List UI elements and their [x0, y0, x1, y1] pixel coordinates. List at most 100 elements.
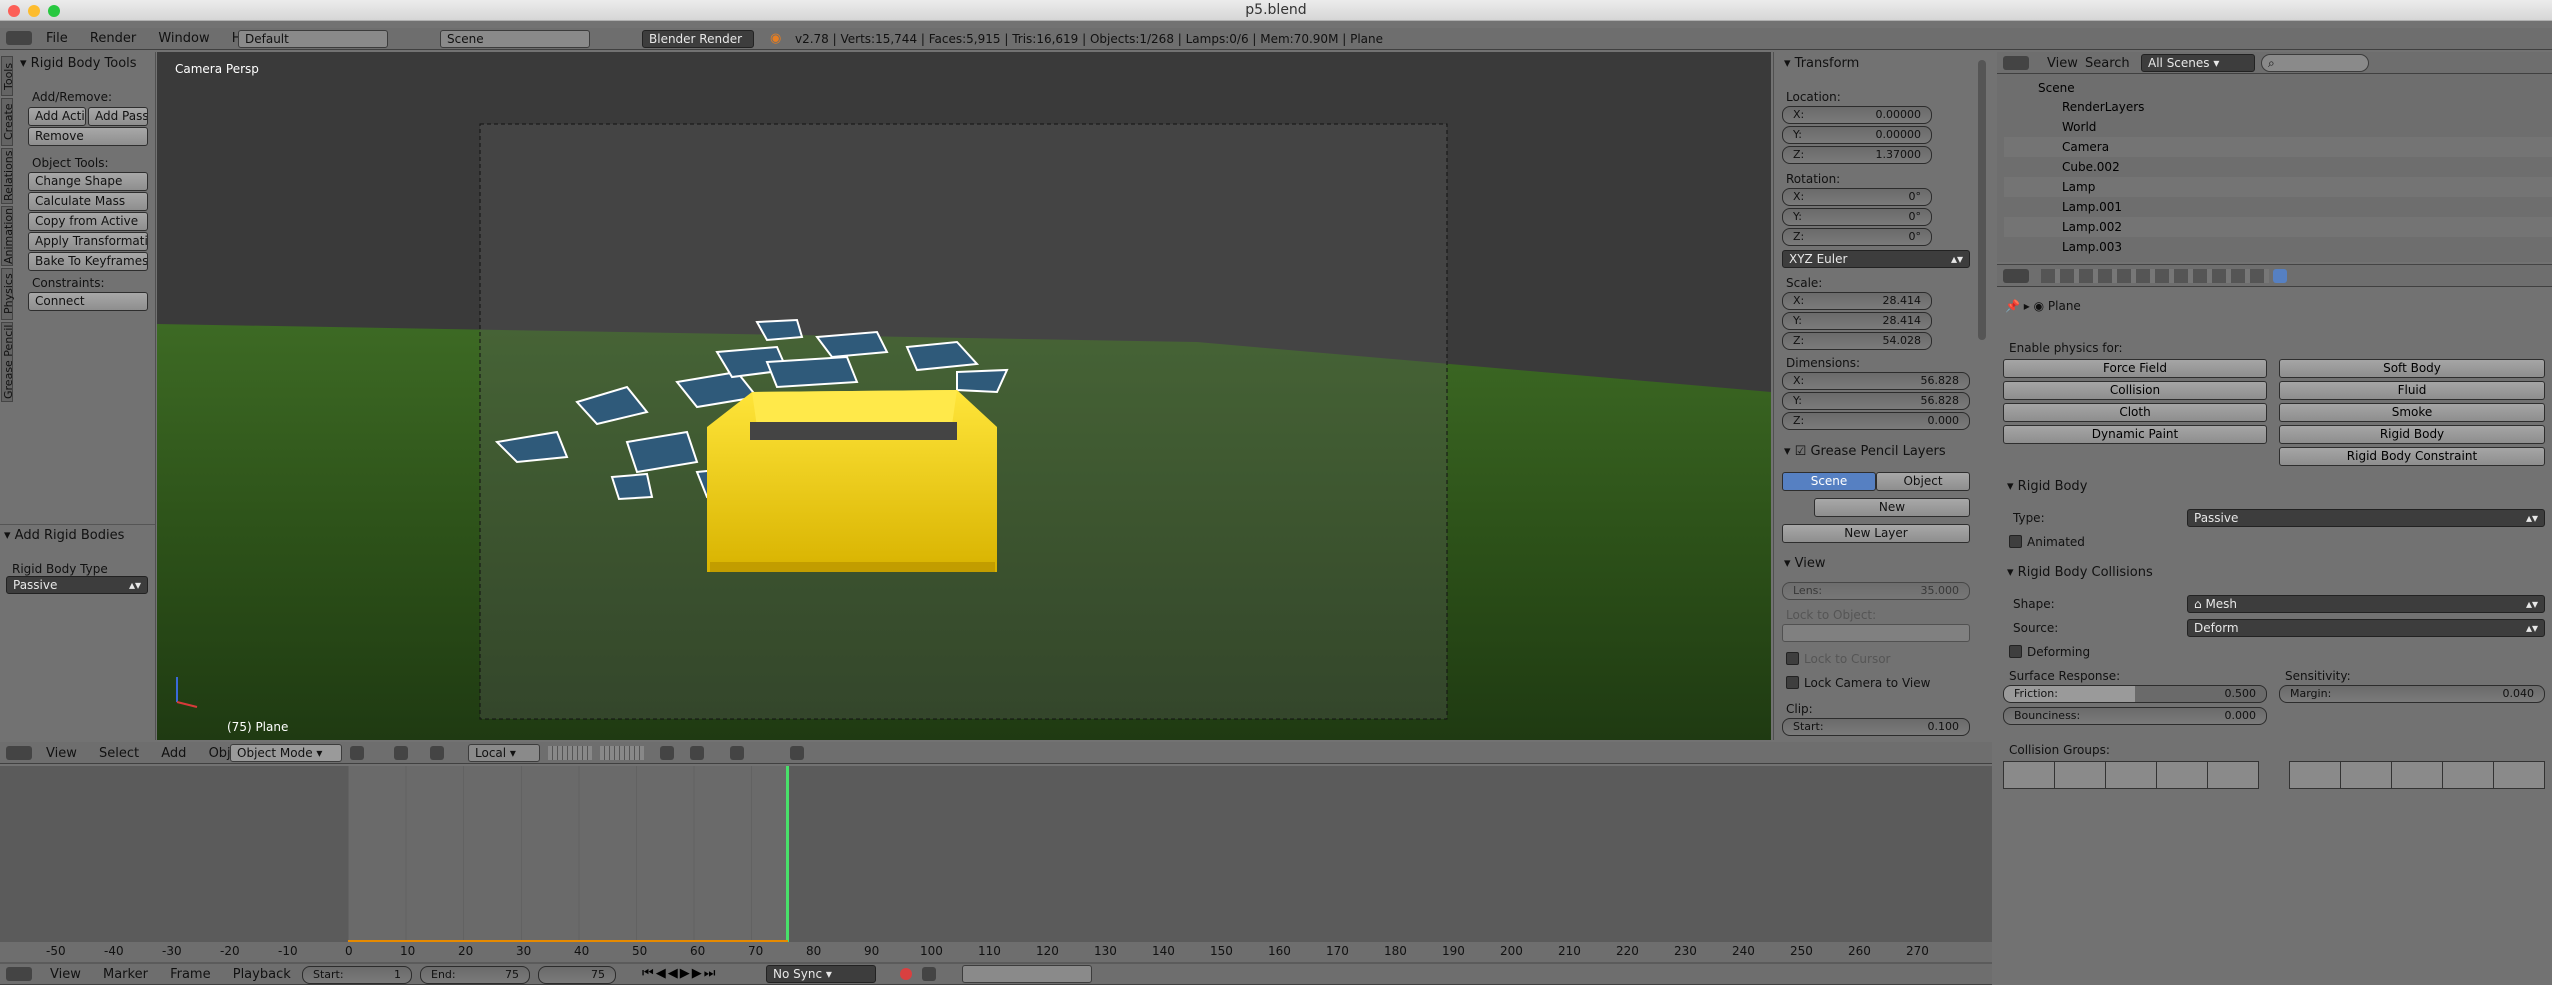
outliner-item-lamp-001[interactable]: Lamp.001: [2004, 197, 2552, 217]
lock-camera-checkbox[interactable]: [1786, 676, 1799, 689]
dimensions-x-field[interactable]: X: 56.828: [1782, 372, 1970, 390]
deforming-checkbox[interactable]: [2009, 645, 2022, 658]
scale-x-field[interactable]: X: 28.414: [1782, 292, 1932, 310]
rigid-body-button[interactable]: Rigid Body: [2279, 425, 2545, 444]
tab-grease-pencil[interactable]: Grease Pencil: [1, 322, 15, 402]
rigid-body-type-select[interactable]: Passive ▴▾: [6, 576, 148, 594]
editor-type-icon[interactable]: [2003, 269, 2029, 283]
force-field-button[interactable]: Force Field: [2003, 359, 2267, 378]
panel-view[interactable]: ▾ View: [1784, 556, 1826, 571]
tab-animation[interactable]: Animation: [1, 206, 15, 266]
copy-from-active-button[interactable]: Copy from Active: [28, 212, 148, 231]
dimensions-y-field[interactable]: Y: 56.828: [1782, 392, 1970, 410]
snap-icon[interactable]: [660, 746, 674, 760]
manipulator-icon[interactable]: [430, 746, 444, 760]
layers-grid-2[interactable]: [600, 746, 644, 760]
layers-grid[interactable]: [548, 746, 592, 760]
pivot-point-icon[interactable]: [394, 746, 408, 760]
render-icon[interactable]: [730, 746, 744, 760]
3d-viewport[interactable]: Camera Persp (75) Plane: [157, 52, 1771, 740]
outliner-item-lamp[interactable]: Lamp: [2004, 177, 2552, 197]
outliner-item-scene[interactable]: Scene: [2004, 78, 2552, 98]
editor-type-icon[interactable]: [6, 31, 32, 45]
display-mode-select[interactable]: All Scenes ▾: [2141, 54, 2255, 72]
connect-button[interactable]: Connect: [28, 292, 148, 311]
mode-select[interactable]: Object Mode ▾: [230, 744, 342, 762]
opengl-render-icon[interactable]: [790, 746, 804, 760]
playback-controls[interactable]: ⏮◀◀▶▶⏭: [642, 966, 717, 981]
end-frame-field[interactable]: End: 75: [420, 966, 530, 984]
scene-select[interactable]: Scene: [440, 30, 590, 48]
outliner-item-lamp-002[interactable]: Lamp.002: [2004, 217, 2552, 237]
menu-playback[interactable]: Playback: [233, 967, 291, 982]
rotation-z-field[interactable]: Z: 0°: [1782, 228, 1932, 246]
outliner-item-cube-002[interactable]: Cube.002: [2004, 157, 2552, 177]
outliner-search-input[interactable]: ⌕: [2261, 54, 2369, 72]
keying-set-icon[interactable]: [922, 967, 936, 981]
fluid-button[interactable]: Fluid: [2279, 381, 2545, 400]
outliner-item-camera[interactable]: Camera: [2004, 137, 2552, 157]
menu-view[interactable]: View: [50, 967, 81, 982]
editor-type-icon[interactable]: [6, 746, 32, 760]
rigid-body-constraint-button[interactable]: Rigid Body Constraint: [2279, 447, 2545, 466]
lock-to-cursor-checkbox[interactable]: [1786, 652, 1799, 665]
collision-groups-grid-left[interactable]: [2003, 761, 2259, 789]
source-select[interactable]: Deform ▴▾: [2187, 619, 2545, 637]
sync-select[interactable]: No Sync ▾: [766, 965, 876, 983]
add-active-button[interactable]: Add Activ: [28, 107, 86, 126]
apply-transformation-button[interactable]: Apply Transformation: [28, 232, 148, 251]
cloth-button[interactable]: Cloth: [2003, 403, 2267, 422]
panel-rigid-body[interactable]: ▾ Rigid Body: [2007, 479, 2087, 494]
smoke-button[interactable]: Smoke: [2279, 403, 2545, 422]
editor-type-icon[interactable]: [2003, 56, 2029, 70]
menu-select[interactable]: Select: [99, 746, 139, 761]
collision-groups-grid-right[interactable]: [2289, 761, 2545, 789]
menu-view[interactable]: View: [2047, 56, 2078, 71]
clip-start-field[interactable]: Start: 0.100: [1782, 718, 1970, 736]
physics-tab-icon[interactable]: [2273, 269, 2287, 283]
zoom-window-button[interactable]: [48, 5, 60, 17]
outliner-item-world[interactable]: World: [2004, 117, 2552, 137]
menu-marker[interactable]: Marker: [103, 967, 148, 982]
menu-window[interactable]: Window: [158, 31, 209, 46]
keying-set-field[interactable]: [962, 965, 1092, 983]
gp-scene-tab[interactable]: Scene: [1782, 472, 1876, 491]
collision-button[interactable]: Collision: [2003, 381, 2267, 400]
menu-view[interactable]: View: [46, 746, 77, 761]
panel-transform[interactable]: ▾ Transform: [1784, 56, 1859, 71]
bounciness-slider[interactable]: Bounciness: 0.000: [2003, 707, 2267, 725]
timeline[interactable]: -50 -40 -30 -20 -10 0 10 20 30 40 50 60 70 80 90 100…: [0, 766, 1992, 964]
current-frame-indicator[interactable]: [786, 766, 789, 946]
render-engine-select[interactable]: Blender Render ▾: [642, 30, 754, 62]
rotation-mode-select[interactable]: XYZ Euler ▴▾: [1782, 250, 1970, 268]
change-shape-button[interactable]: Change Shape: [28, 172, 148, 191]
panel-rigid-body-collisions[interactable]: ▾ Rigid Body Collisions: [2007, 565, 2153, 580]
n-panel-scrollbar[interactable]: [1978, 60, 1986, 340]
gp-object-tab[interactable]: Object: [1876, 472, 1970, 491]
screen-layout-select[interactable]: Default: [238, 30, 388, 48]
soft-body-button[interactable]: Soft Body: [2279, 359, 2545, 378]
lens-field[interactable]: Lens: 35.000: [1782, 582, 1970, 600]
scale-z-field[interactable]: Z: 54.028: [1782, 332, 1932, 350]
panel-add-rigid-bodies[interactable]: ▾ Add Rigid Bodies: [4, 528, 124, 543]
tab-physics[interactable]: Physics: [1, 268, 15, 320]
rotation-y-field[interactable]: Y: 0°: [1782, 208, 1932, 226]
calculate-mass-button[interactable]: Calculate Mass: [28, 192, 148, 211]
panel-grease-pencil-layers[interactable]: ▾ ☑ Grease Pencil Layers: [1784, 444, 1946, 459]
lock-to-object-field[interactable]: [1782, 624, 1970, 642]
dynamic-paint-button[interactable]: Dynamic Paint: [2003, 425, 2267, 444]
rotation-x-field[interactable]: X: 0°: [1782, 188, 1932, 206]
scale-y-field[interactable]: Y: 28.414: [1782, 312, 1932, 330]
record-icon[interactable]: [900, 968, 912, 980]
proportional-edit-icon[interactable]: [690, 746, 704, 760]
tab-relations[interactable]: Relations: [1, 148, 15, 204]
animated-checkbox[interactable]: [2009, 535, 2022, 548]
bake-to-keyframes-button[interactable]: Bake To Keyframes: [28, 252, 148, 271]
add-passive-button[interactable]: Add Passiv: [88, 107, 148, 126]
menu-render[interactable]: Render: [90, 31, 136, 46]
dimensions-z-field[interactable]: Z: 0.000: [1782, 412, 1970, 430]
start-frame-field[interactable]: Start: 1: [302, 966, 412, 984]
outliner-item-renderlayers[interactable]: RenderLayers: [2004, 97, 2552, 117]
gp-new-layer-button[interactable]: New Layer: [1782, 524, 1970, 543]
minimize-window-button[interactable]: [28, 5, 40, 17]
